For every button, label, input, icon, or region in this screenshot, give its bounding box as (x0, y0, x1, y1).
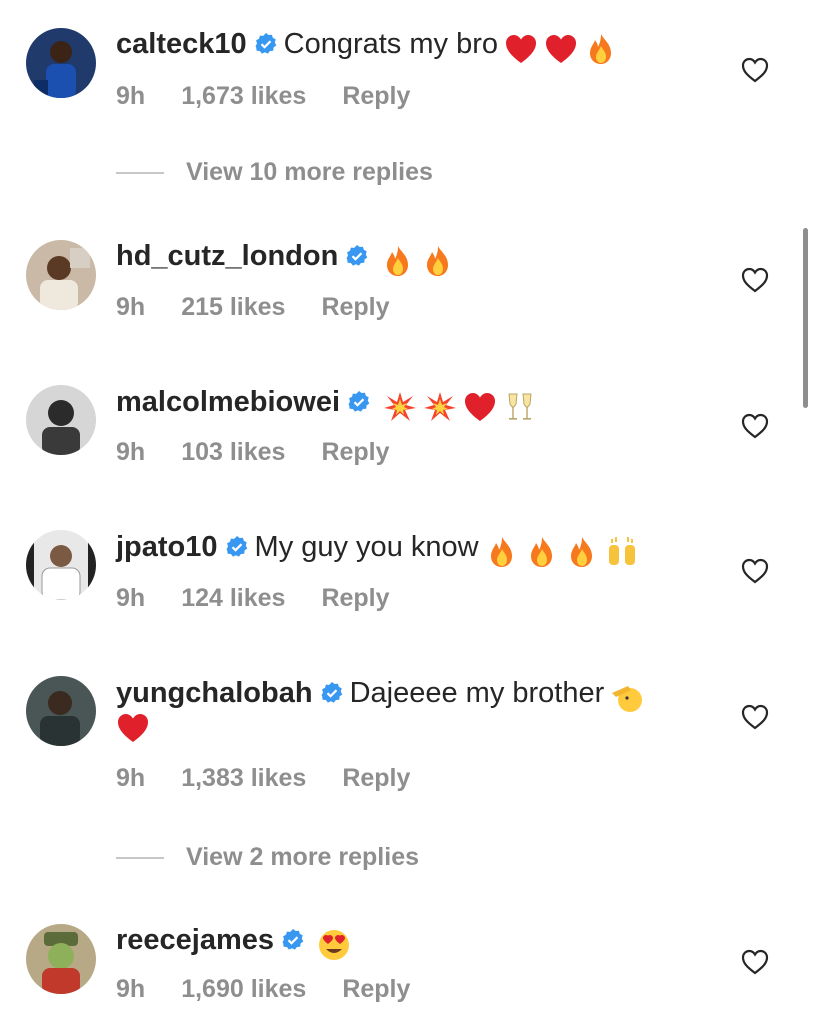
fire-icon (381, 244, 415, 278)
heart-eyes-face-icon (317, 928, 351, 962)
verified-badge-icon (254, 32, 278, 56)
reply-button[interactable]: Reply (342, 975, 410, 1003)
raising-hands-icon (605, 535, 639, 569)
comment-meta: 9h 1,673 likes Reply (116, 82, 446, 111)
reply-button[interactable]: Reply (342, 82, 410, 110)
collision-icon (423, 390, 457, 424)
timestamp: 9h (116, 438, 146, 466)
fire-icon (421, 244, 455, 278)
avatar[interactable] (26, 924, 96, 994)
avatar[interactable] (26, 676, 96, 746)
emoji-group (383, 388, 543, 424)
likes-count[interactable]: 1,383 likes (181, 764, 306, 792)
avatar[interactable] (26, 28, 96, 98)
comment-line: jpato10 My guy you know (116, 529, 706, 569)
view-more-replies-label: View 2 more replies (186, 843, 419, 871)
divider (116, 857, 164, 860)
comment-meta: 9h 1,690 likes Reply (116, 975, 446, 1004)
reply-button[interactable]: Reply (321, 584, 389, 612)
view-more-replies-label: View 10 more replies (186, 158, 433, 186)
clinking-glasses-icon (503, 390, 537, 424)
fire-icon (584, 32, 618, 66)
saluting-face-icon (610, 681, 644, 715)
emoji-group (504, 30, 624, 66)
comment-text: My guy you know (254, 531, 479, 563)
likes-count[interactable]: 215 likes (181, 293, 285, 321)
fire-icon (485, 535, 519, 569)
comment-text: Dajeeee my brother (349, 677, 605, 709)
timestamp: 9h (116, 584, 146, 612)
comment-line: calteck10 Congrats my bro (116, 26, 706, 66)
comment-meta: 9h 215 likes Reply (116, 293, 426, 322)
red-heart-icon (463, 390, 497, 424)
comment-meta: 9h 1,383 likes Reply (116, 764, 446, 793)
verified-badge-icon (347, 390, 371, 414)
comment-line: yungchalobah Dajeeee my brother (116, 675, 706, 715)
reply-button[interactable]: Reply (342, 764, 410, 792)
collision-icon (383, 390, 417, 424)
likes-count[interactable]: 1,673 likes (181, 82, 306, 110)
avatar[interactable] (26, 385, 96, 455)
comment-line: malcolmebiowei (116, 384, 706, 424)
verified-badge-icon (320, 681, 344, 705)
likes-count[interactable]: 103 likes (181, 438, 285, 466)
view-more-replies-button[interactable]: View 2 more replies (116, 843, 419, 872)
verified-badge-icon (281, 928, 305, 952)
red-heart-icon (504, 32, 538, 66)
divider (116, 172, 164, 175)
like-heart-icon[interactable] (740, 948, 770, 976)
likes-count[interactable]: 1,690 likes (181, 975, 306, 1003)
view-more-replies-button[interactable]: View 10 more replies (116, 158, 433, 187)
comment-text: Congrats my bro (283, 28, 498, 60)
emoji-group (610, 679, 650, 715)
emoji-group (317, 926, 357, 962)
emoji-group (116, 711, 156, 745)
red-heart-icon (544, 32, 578, 66)
emoji-group (381, 242, 461, 278)
username[interactable]: calteck10 (116, 28, 247, 60)
username[interactable]: hd_cutz_london (116, 240, 338, 272)
avatar[interactable] (26, 240, 96, 310)
comment-line: hd_cutz_london (116, 238, 706, 278)
timestamp: 9h (116, 975, 146, 1003)
fire-icon (525, 535, 559, 569)
timestamp: 9h (116, 764, 146, 792)
like-heart-icon[interactable] (740, 557, 770, 585)
username[interactable]: jpato10 (116, 531, 218, 563)
scrollbar[interactable] (803, 228, 808, 408)
timestamp: 9h (116, 293, 146, 321)
red-heart-icon (116, 711, 150, 745)
comment-meta: 9h 103 likes Reply (116, 438, 426, 467)
reply-button[interactable]: Reply (321, 438, 389, 466)
username[interactable]: yungchalobah (116, 677, 313, 709)
timestamp: 9h (116, 82, 146, 110)
comment-line: reecejames (116, 922, 706, 962)
username[interactable]: reecejames (116, 924, 274, 956)
like-heart-icon[interactable] (740, 703, 770, 731)
avatar[interactable] (26, 530, 96, 600)
like-heart-icon[interactable] (740, 266, 770, 294)
fire-icon (565, 535, 599, 569)
emoji-group (485, 533, 645, 569)
like-heart-icon[interactable] (740, 56, 770, 84)
like-heart-icon[interactable] (740, 412, 770, 440)
username[interactable]: malcolmebiowei (116, 386, 340, 418)
likes-count[interactable]: 124 likes (181, 584, 285, 612)
comment-meta: 9h 124 likes Reply (116, 584, 426, 613)
verified-badge-icon (225, 535, 249, 559)
reply-button[interactable]: Reply (321, 293, 389, 321)
verified-badge-icon (345, 244, 369, 268)
